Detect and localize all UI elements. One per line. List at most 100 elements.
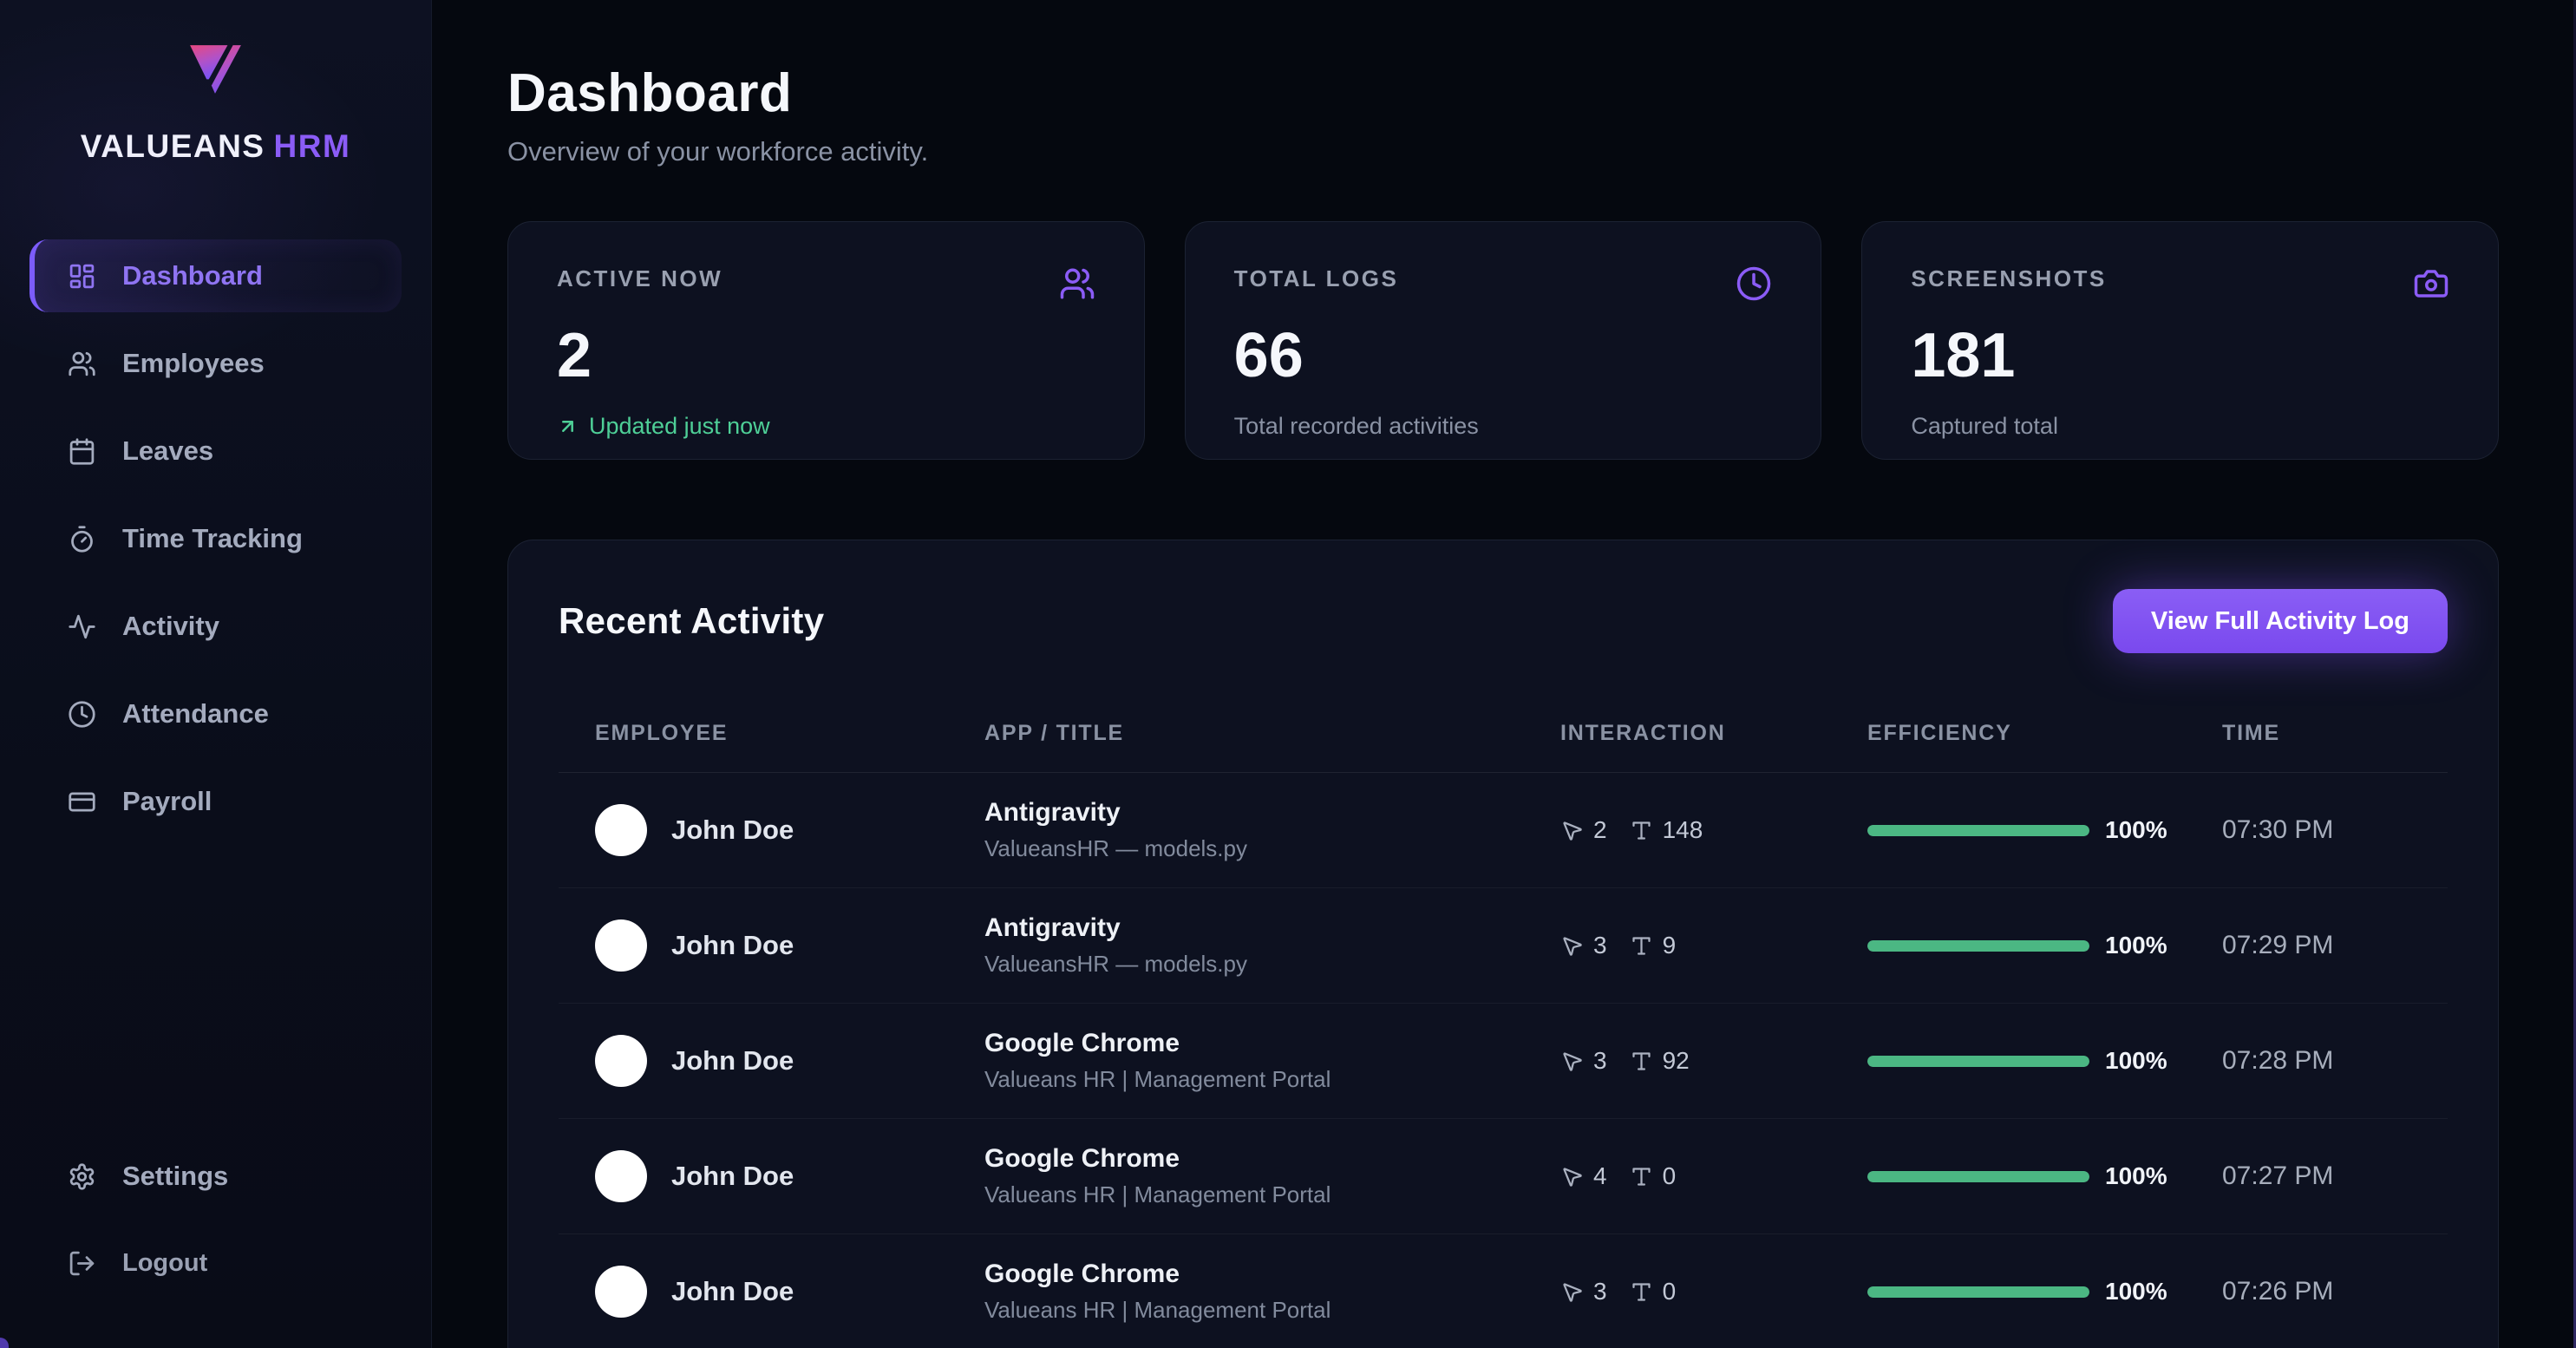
main-content: Dashboard Overview of your workforce act…	[432, 0, 2576, 1348]
employee-name: John Doe	[671, 1161, 794, 1192]
activity-time: 07:29 PM	[2222, 931, 2411, 960]
window-title: Valueans HR | Management Portal	[984, 1066, 1560, 1093]
sidebar-item-time-tracking[interactable]: Time Tracking	[29, 502, 402, 575]
app-name: Google Chrome	[984, 1260, 1560, 1289]
stat-card-value: 2	[557, 324, 1095, 387]
efficiency-value: 100%	[2105, 1047, 2167, 1075]
stat-card-footer-text: Updated just now	[589, 413, 770, 440]
sidebar-item-settings[interactable]: Settings	[29, 1140, 402, 1213]
recent-activity-header: Recent Activity View Full Activity Log	[559, 589, 2448, 653]
brand-triangle-icon	[187, 43, 245, 95]
page-subtitle: Overview of your workforce activity.	[507, 136, 2499, 167]
sidebar-item-label: Dashboard	[122, 260, 263, 291]
avatar	[595, 1150, 647, 1202]
sidebar-item-logout[interactable]: Logout	[29, 1227, 402, 1299]
efficiency-bar-fill	[1867, 940, 2089, 952]
sidebar-item-payroll[interactable]: Payroll	[29, 765, 402, 838]
stat-card-label: SCREENSHOTS	[1911, 265, 2106, 292]
app-name: Antigravity	[984, 798, 1560, 828]
activity-time: 07:26 PM	[2222, 1277, 2411, 1306]
employee-name: John Doe	[671, 1276, 794, 1307]
efficiency-bar	[1867, 825, 2089, 836]
click-count: 2	[1593, 816, 1607, 844]
column-header-employee: EMPLOYEE	[595, 721, 984, 746]
employee-name: John Doe	[671, 815, 794, 846]
sidebar-item-label: Payroll	[122, 786, 212, 817]
stat-card-active-now: ACTIVE NOW 2 Updated just now	[507, 221, 1145, 460]
stat-cards-row: ACTIVE NOW 2 Updated just now TOTAL LOGS…	[507, 221, 2499, 460]
table-row[interactable]: John Doe Google Chrome Valueans HR | Man…	[559, 1119, 2448, 1234]
sidebar-item-label: Attendance	[122, 698, 269, 730]
efficiency-bar	[1867, 1171, 2089, 1182]
efficiency-bar-fill	[1867, 825, 2089, 836]
page-title: Dashboard	[507, 62, 2499, 124]
stat-card-footer-text: Captured total	[1911, 413, 2058, 440]
view-full-activity-log-button[interactable]: View Full Activity Log	[2113, 589, 2448, 653]
keystroke-count: 0	[1663, 1278, 1677, 1305]
sidebar-nav: Dashboard Employees Leaves Time Tracking…	[29, 239, 402, 853]
keyboard-type-icon	[1630, 1280, 1653, 1304]
avatar	[595, 919, 647, 972]
column-header-time: TIME	[2222, 721, 2411, 746]
click-count: 3	[1593, 932, 1607, 959]
sidebar-item-employees[interactable]: Employees	[29, 327, 402, 400]
sidebar-item-label: Leaves	[122, 435, 213, 467]
efficiency-bar	[1867, 940, 2089, 952]
avatar	[595, 804, 647, 856]
window-title: ValueansHR — models.py	[984, 835, 1560, 862]
keystroke-count: 9	[1663, 932, 1677, 959]
click-count: 4	[1593, 1162, 1607, 1190]
sidebar: VALUEANSHRM Dashboard Employees Leaves T…	[0, 0, 432, 1348]
stat-card-value: 181	[1911, 324, 2449, 387]
sidebar-item-attendance[interactable]: Attendance	[29, 677, 402, 750]
sidebar-item-label: Activity	[122, 611, 219, 642]
brand-name: VALUEANS	[81, 128, 265, 164]
sidebar-item-label: Logout	[122, 1249, 207, 1278]
sidebar-item-activity[interactable]: Activity	[29, 590, 402, 663]
table-row[interactable]: John Doe Google Chrome Valueans HR | Man…	[559, 1234, 2448, 1348]
stat-card-value: 66	[1234, 324, 1773, 387]
table-row[interactable]: John Doe Google Chrome Valueans HR | Man…	[559, 1004, 2448, 1119]
avatar	[595, 1035, 647, 1087]
efficiency-bar	[1867, 1286, 2089, 1298]
recent-activity-title: Recent Activity	[559, 600, 824, 642]
efficiency-bar-fill	[1867, 1286, 2089, 1298]
activity-time: 07:30 PM	[2222, 815, 2411, 845]
camera-icon	[2413, 265, 2449, 302]
activity-table-header: EMPLOYEEAPP / TITLEINTERACTIONEFFICIENCY…	[559, 653, 2448, 773]
settings-icon	[68, 1162, 96, 1191]
table-row[interactable]: John Doe Antigravity ValueansHR — models…	[559, 888, 2448, 1004]
log-out-icon	[68, 1249, 96, 1278]
activity-time: 07:27 PM	[2222, 1162, 2411, 1191]
clock-icon	[1736, 265, 1772, 302]
efficiency-bar	[1867, 1056, 2089, 1067]
brand-logo: VALUEANSHRM	[29, 43, 402, 165]
efficiency-value: 100%	[2105, 816, 2167, 844]
layout-dashboard-icon	[68, 262, 96, 291]
recent-activity-panel: Recent Activity View Full Activity Log E…	[507, 540, 2499, 1348]
keystroke-count: 148	[1663, 816, 1703, 844]
stat-card-screenshots: SCREENSHOTS 181 Captured total	[1861, 221, 2499, 460]
efficiency-value: 100%	[2105, 1278, 2167, 1305]
sidebar-item-label: Time Tracking	[122, 523, 303, 554]
stat-card-total-logs: TOTAL LOGS 66 Total recorded activities	[1185, 221, 1822, 460]
sidebar-item-leaves[interactable]: Leaves	[29, 415, 402, 488]
mouse-pointer-icon	[1560, 819, 1584, 842]
employee-name: John Doe	[671, 1045, 794, 1076]
stat-card-footer: Updated just now	[557, 413, 1095, 440]
sidebar-item-dashboard[interactable]: Dashboard	[29, 239, 402, 312]
calendar-icon	[68, 437, 96, 466]
keystroke-count: 0	[1663, 1162, 1677, 1190]
sidebar-footer-nav: Settings Logout	[29, 1140, 402, 1299]
column-header-efficiency: EFFICIENCY	[1867, 721, 2222, 746]
clock-icon	[68, 700, 96, 729]
efficiency-bar-fill	[1867, 1171, 2089, 1182]
app-name: Antigravity	[984, 913, 1560, 943]
activity-table-body: John Doe Antigravity ValueansHR — models…	[559, 773, 2448, 1348]
efficiency-value: 100%	[2105, 1162, 2167, 1190]
table-row[interactable]: John Doe Antigravity ValueansHR — models…	[559, 773, 2448, 888]
window-title: ValueansHR — models.py	[984, 951, 1560, 978]
activity-icon	[68, 612, 96, 641]
stat-card-label: TOTAL LOGS	[1234, 265, 1399, 292]
mouse-pointer-icon	[1560, 934, 1584, 958]
